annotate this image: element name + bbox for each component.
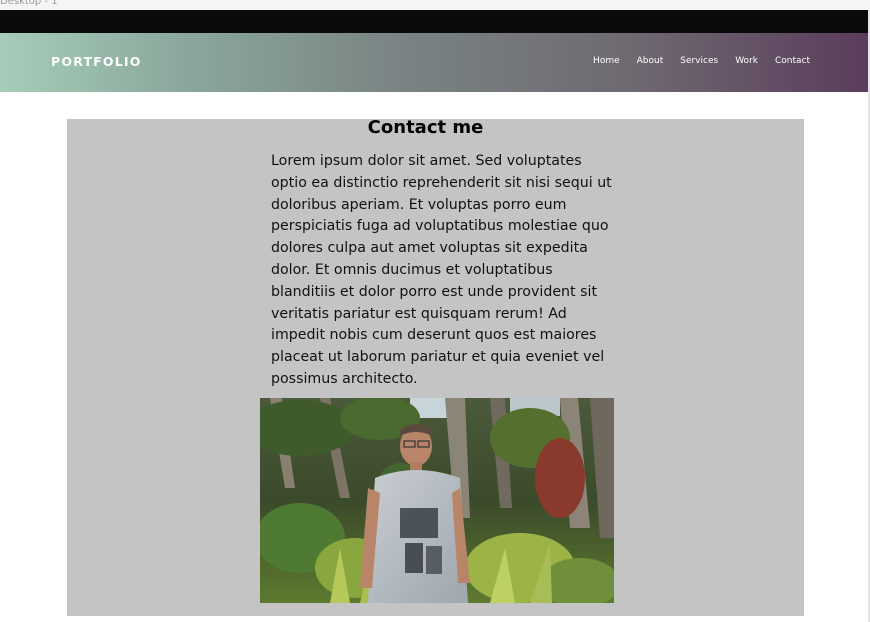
nav-work[interactable]: Work xyxy=(735,56,758,66)
nav-links: Home About Services Work Contact xyxy=(593,56,810,66)
contact-body-text: Lorem ipsum dolor sit amet. Sed voluptat… xyxy=(271,153,612,387)
contact-title: Contact me xyxy=(367,117,484,138)
portrait-photo xyxy=(260,398,614,603)
nav-services[interactable]: Services xyxy=(680,56,718,66)
nav-contact[interactable]: Contact xyxy=(775,56,810,66)
nav-about[interactable]: About xyxy=(637,56,664,66)
header-navbar: PORTFOLIO Home About Services Work Conta… xyxy=(0,33,868,92)
top-black-bar xyxy=(0,10,868,33)
contact-section: Contact me Lorem ipsum dolor sit amet. S… xyxy=(67,117,804,616)
frame-label: Desktop - 1 xyxy=(0,0,58,7)
brand-logo[interactable]: PORTFOLIO xyxy=(51,54,142,69)
nav-home[interactable]: Home xyxy=(593,56,620,66)
canvas-frame-label-bar: Desktop - 1 xyxy=(0,0,870,10)
desktop-frame: PORTFOLIO Home About Services Work Conta… xyxy=(0,10,868,622)
